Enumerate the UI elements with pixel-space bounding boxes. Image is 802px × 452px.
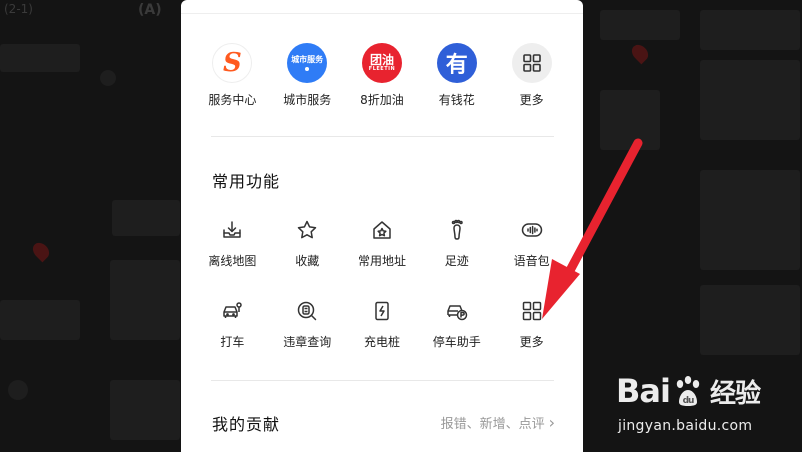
fn-favorites[interactable]: 收藏 <box>270 218 345 269</box>
fn-label: 收藏 <box>295 254 320 268</box>
map-pin-icon <box>628 41 652 65</box>
star-icon <box>295 218 319 242</box>
fn-common-address[interactable]: 常用地址 <box>345 218 420 269</box>
fn-label: 足迹 <box>444 254 469 268</box>
download-tray-icon <box>220 218 244 242</box>
grid-icon <box>520 299 544 323</box>
fn-label: 离线地图 <box>208 254 257 268</box>
app-more[interactable]: 更多 <box>494 43 569 108</box>
watermark-url: jingyan.baidu.com <box>618 418 753 434</box>
fn-label: 打车 <box>220 335 245 349</box>
fn-label: 更多 <box>519 335 544 349</box>
violation-query-icon <box>295 299 319 323</box>
baidu-jingyan-watermark: Bai du 经验 jingyan.baidu.com <box>612 366 798 450</box>
divider <box>211 380 554 381</box>
background-block <box>700 10 800 50</box>
app-label: 服务中心 <box>208 93 257 107</box>
taxi-icon <box>220 299 244 323</box>
fn-taxi[interactable]: 打车 <box>195 299 270 350</box>
background-block <box>110 260 180 340</box>
app-service-center[interactable]: S 服务中心 <box>195 43 270 108</box>
fn-label: 常用地址 <box>357 254 406 268</box>
home-star-icon <box>370 218 394 242</box>
background-block <box>8 380 28 400</box>
background-block <box>0 44 80 72</box>
fn-label: 语音包 <box>513 254 550 268</box>
app-youqianhua[interactable]: 有 有钱花 <box>419 43 494 108</box>
common-functions-row-2: 打车 违章查询 充电桩 停车助手 更多 <box>195 299 569 350</box>
parking-assistant-icon <box>445 299 469 323</box>
background-title-right: (A) <box>138 2 162 18</box>
fn-parking-assistant[interactable]: 停车助手 <box>419 299 494 350</box>
fn-violation-query[interactable]: 违章查询 <box>270 299 345 350</box>
svg-text:du: du <box>683 396 694 406</box>
chevron-right-icon: › <box>548 412 555 432</box>
common-functions-title: 常用功能 <box>212 172 281 191</box>
app-label: 8折加油 <box>360 93 404 107</box>
app-label: 城市服务 <box>283 93 332 107</box>
fn-charging-pile[interactable]: 充电桩 <box>345 299 420 350</box>
background-title-left: (2-1) <box>4 2 33 16</box>
more-features-panel: S 服务中心 城市服务 城市服务 团油 FLEETIN 8折加油 有 有钱花 更 <box>181 0 583 452</box>
app-label: 更多 <box>519 93 544 107</box>
app-label: 有钱花 <box>438 93 475 107</box>
grid-icon <box>511 43 552 83</box>
background-block <box>700 285 800 355</box>
voice-wave-icon <box>520 218 544 242</box>
fn-label: 充电桩 <box>363 335 400 349</box>
background-block <box>0 300 80 340</box>
app-fuel-discount[interactable]: 团油 FLEETIN 8折加油 <box>345 43 420 108</box>
background-block <box>100 70 116 86</box>
contribution-link-label: 报错、新增、点评 <box>440 417 545 432</box>
background-block <box>112 200 180 236</box>
my-contribution-title: 我的贡献 <box>212 415 281 434</box>
panel-top-strip <box>181 0 583 14</box>
divider <box>211 136 554 137</box>
youqianhua-icon: 有 <box>436 43 477 83</box>
fuel-icon: 团油 FLEETIN <box>361 43 402 83</box>
baidu-paw-icon: du <box>676 376 700 406</box>
top-apps-row: S 服务中心 城市服务 城市服务 团油 FLEETIN 8折加油 有 有钱花 更 <box>195 43 569 108</box>
background-block <box>600 90 660 150</box>
background-block <box>700 60 800 140</box>
background-block <box>600 10 680 40</box>
fn-footprint[interactable]: 足迹 <box>419 218 494 269</box>
contribution-link[interactable]: 报错、新增、点评 › <box>441 413 555 432</box>
fn-voice-pack[interactable]: 语音包 <box>494 218 569 269</box>
fn-label: 违章查询 <box>283 335 332 349</box>
fn-label: 停车助手 <box>432 335 481 349</box>
fuwu-s-icon: S <box>212 43 253 83</box>
charging-pile-icon <box>370 299 394 323</box>
footprint-icon <box>445 218 469 242</box>
baidu-logo: Bai du 经验 <box>616 372 761 410</box>
background-block <box>700 170 800 270</box>
common-functions-row-1: 离线地图 收藏 常用地址 足迹 语音包 <box>195 218 569 269</box>
background-block <box>110 380 180 440</box>
map-pin-icon <box>29 239 53 263</box>
fn-offline-map[interactable]: 离线地图 <box>195 218 270 269</box>
fn-more[interactable]: 更多 <box>494 299 569 350</box>
app-city-service[interactable]: 城市服务 城市服务 <box>270 43 345 108</box>
city-service-icon: 城市服务 <box>287 43 328 83</box>
